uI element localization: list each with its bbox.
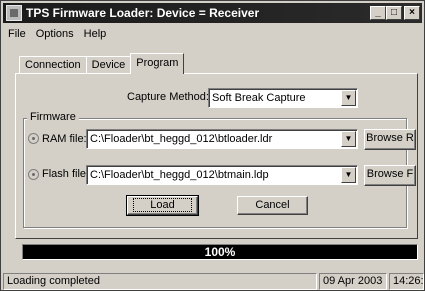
maximize-icon[interactable]: □ [386, 6, 402, 20]
chevron-down-icon[interactable]: ▼ [341, 131, 356, 147]
capture-method-select[interactable]: Soft Break Capture ▼ [208, 88, 358, 108]
tab-program[interactable]: Program [130, 53, 185, 74]
tab-strip: Connection Device Program [19, 53, 185, 74]
ram-file-label: RAM file: [42, 133, 87, 145]
ram-file-radio[interactable] [28, 133, 39, 144]
firmware-group-title: Firmware [27, 111, 79, 123]
chevron-down-icon[interactable]: ▼ [341, 90, 356, 106]
title-bar[interactable]: TPS Firmware Loader: Device = Receiver _… [3, 3, 422, 23]
flash-file-value: C:\Floader\bt_heggd_012\btmain.ldp [90, 169, 269, 181]
app-window: TPS Firmware Loader: Device = Receiver _… [0, 0, 425, 291]
load-button-label: Load [133, 198, 192, 212]
menu-bar: File Options Help [3, 25, 111, 43]
progress-text: 100% [204, 245, 236, 259]
status-date: 09 Apr 2003 [319, 273, 387, 290]
tab-device[interactable]: Device [85, 56, 132, 74]
status-message: Loading completed [3, 273, 317, 290]
capture-method-value: Soft Break Capture [212, 92, 306, 104]
flash-file-label: Flash file: [42, 168, 90, 180]
menu-help[interactable]: Help [79, 28, 112, 40]
browse-flash-button[interactable]: Browse F [364, 165, 416, 186]
menu-file[interactable]: File [3, 28, 31, 40]
progress-bar: 100% [22, 244, 418, 260]
flash-file-radio[interactable] [28, 169, 39, 180]
load-button[interactable]: Load [126, 195, 199, 216]
menu-options[interactable]: Options [31, 28, 79, 40]
ram-file-input[interactable]: C:\Floader\bt_heggd_012\btloader.ldr ▼ [86, 129, 358, 149]
chevron-down-icon[interactable]: ▼ [341, 167, 356, 183]
caption-buttons: _ □ × [370, 6, 420, 20]
status-bar: Loading completed 09 Apr 2003 14:26:12 [3, 273, 424, 290]
tab-connection[interactable]: Connection [19, 56, 87, 74]
close-icon[interactable]: × [404, 6, 420, 20]
flash-file-input[interactable]: C:\Floader\bt_heggd_012\btmain.ldp ▼ [86, 165, 358, 185]
capture-method-label: Capture Method: [127, 91, 209, 103]
app-icon [6, 5, 22, 21]
minimize-icon[interactable]: _ [370, 6, 386, 20]
cancel-button[interactable]: Cancel [237, 196, 308, 215]
ram-file-value: C:\Floader\bt_heggd_012\btloader.ldr [90, 133, 273, 145]
status-time: 14:26:12 [389, 273, 424, 290]
window-title: TPS Firmware Loader: Device = Receiver [26, 6, 260, 20]
browse-ram-button[interactable]: Browse R [364, 129, 416, 150]
